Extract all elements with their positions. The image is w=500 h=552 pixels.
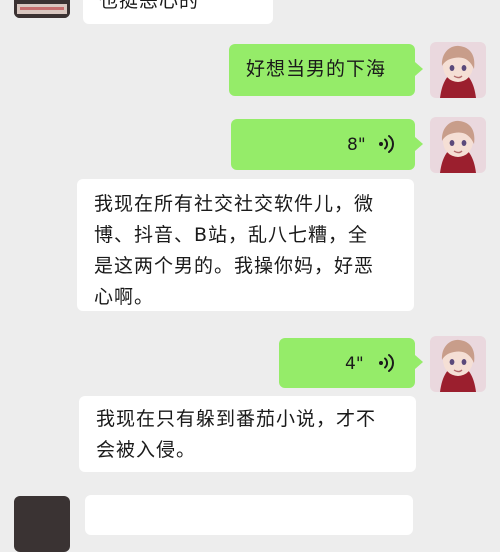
- message-bubble-incoming[interactable]: [85, 495, 413, 535]
- message-bubble-outgoing[interactable]: 好想当男的下海: [229, 44, 415, 96]
- voice-wave-icon: [379, 135, 394, 153]
- anime-girl-avatar: [430, 336, 486, 392]
- contact-avatar[interactable]: [14, 0, 70, 18]
- message-text: 好想当男的下海: [246, 58, 387, 80]
- message-line: 我现在只有躲到番茄小说，才不: [96, 408, 377, 430]
- voice-duration: 8": [347, 135, 366, 155]
- user-avatar[interactable]: [430, 336, 486, 392]
- message-line: 博、抖音、B站，乱八七糟，全: [94, 224, 369, 246]
- message-bubble-incoming[interactable]: 我现在所有社交社交软件儿，微 博、抖音、B站，乱八七糟，全 是这两个男的。我操你…: [77, 179, 414, 311]
- message-line: 心啊。: [94, 286, 155, 308]
- voice-wave-icon: [379, 354, 394, 372]
- message-bubble-incoming[interactable]: 也挺恶心的: [83, 0, 273, 24]
- bubble-tail: [415, 137, 423, 151]
- user-avatar[interactable]: [430, 117, 486, 173]
- message-line: 会被入侵。: [96, 439, 197, 461]
- anime-girl-avatar: [430, 42, 486, 98]
- bubble-tail: [415, 62, 423, 76]
- message-bubble-incoming[interactable]: 我现在只有躲到番茄小说，才不 会被入侵。: [79, 396, 416, 472]
- voice-message-bubble[interactable]: 4": [279, 338, 415, 388]
- message-line: 是这两个男的。我操你妈，好恶: [94, 255, 375, 277]
- voice-duration: 4": [345, 354, 364, 374]
- contact-avatar[interactable]: [14, 496, 70, 552]
- voice-message-bubble[interactable]: 8": [231, 119, 415, 170]
- bubble-tail: [415, 355, 423, 369]
- contact-avatar-image: [14, 0, 70, 18]
- user-avatar[interactable]: [430, 42, 486, 98]
- anime-girl-avatar: [430, 117, 486, 173]
- message-text: 也挺恶心的: [99, 0, 200, 12]
- message-line: 我现在所有社交社交软件儿，微: [94, 193, 375, 215]
